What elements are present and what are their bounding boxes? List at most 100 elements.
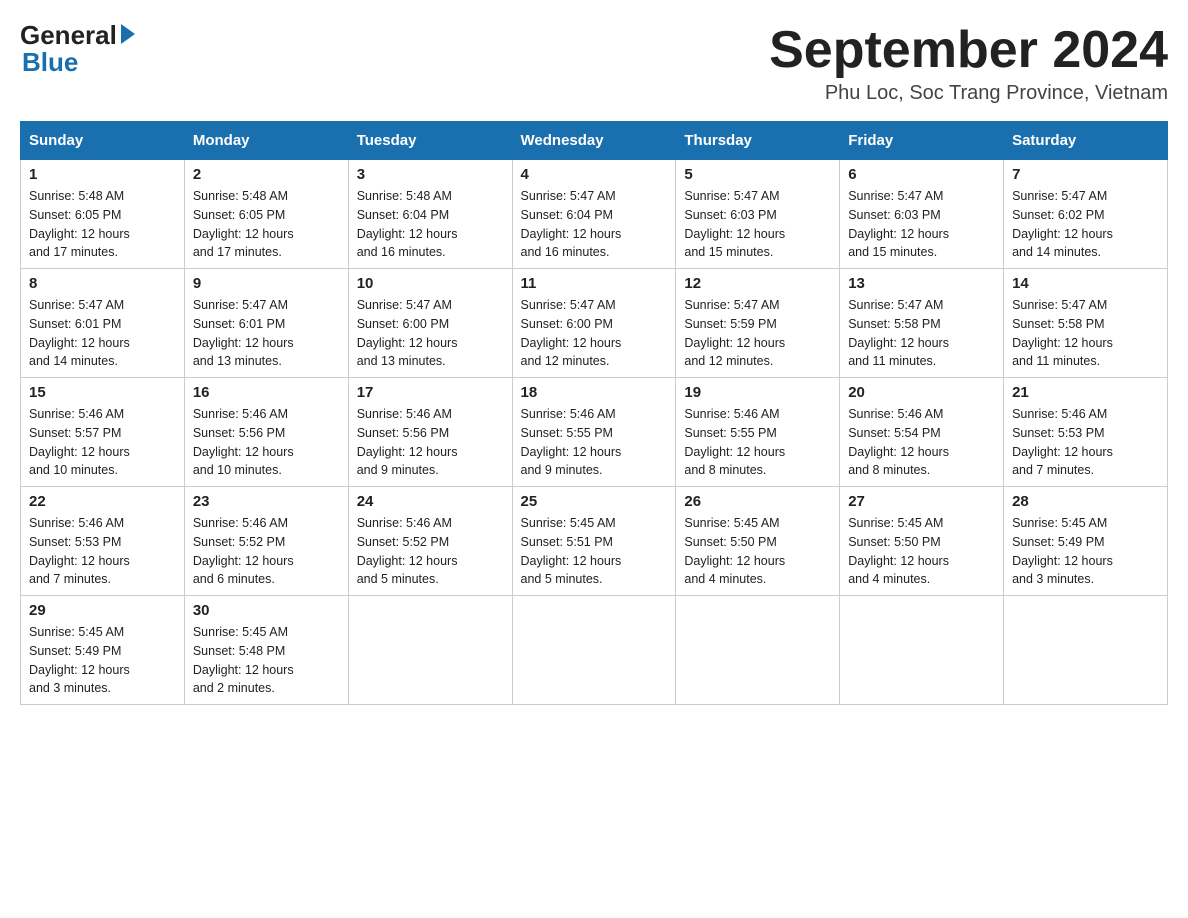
- day-info: Sunrise: 5:47 AMSunset: 6:03 PMDaylight:…: [848, 187, 995, 262]
- day-number: 13: [848, 275, 995, 292]
- calendar-table: SundayMondayTuesdayWednesdayThursdayFrid…: [20, 121, 1168, 705]
- calendar-day-cell: [348, 596, 512, 705]
- day-info: Sunrise: 5:47 AMSunset: 6:00 PMDaylight:…: [357, 296, 504, 371]
- calendar-day-cell: [1004, 596, 1168, 705]
- day-info: Sunrise: 5:46 AMSunset: 5:56 PMDaylight:…: [193, 405, 340, 480]
- month-title: September 2024: [769, 20, 1168, 80]
- day-number: 1: [29, 166, 176, 183]
- day-number: 14: [1012, 275, 1159, 292]
- calendar-week-row: 29Sunrise: 5:45 AMSunset: 5:49 PMDayligh…: [21, 596, 1168, 705]
- calendar-day-cell: 24 Sunrise: 5:46 AMSunset: 5:52 PMDayligh…: [348, 487, 512, 596]
- day-info: Sunrise: 5:46 AMSunset: 5:53 PMDaylight:…: [29, 514, 176, 589]
- calendar-day-cell: 2 Sunrise: 5:48 AMSunset: 6:05 PMDaylight…: [184, 160, 348, 269]
- calendar-day-cell: 25Sunrise: 5:45 AMSunset: 5:51 PMDayligh…: [512, 487, 676, 596]
- calendar-day-cell: 7 Sunrise: 5:47 AMSunset: 6:02 PMDaylight…: [1004, 160, 1168, 269]
- calendar-day-cell: 22 Sunrise: 5:46 AMSunset: 5:53 PMDayligh…: [21, 487, 185, 596]
- day-info: Sunrise: 5:46 AMSunset: 5:53 PMDaylight:…: [1012, 405, 1159, 480]
- calendar-day-cell: 3 Sunrise: 5:48 AMSunset: 6:04 PMDaylight…: [348, 160, 512, 269]
- day-number: 23: [193, 493, 340, 510]
- calendar-day-cell: [840, 596, 1004, 705]
- calendar-day-cell: 10 Sunrise: 5:47 AMSunset: 6:00 PMDayligh…: [348, 269, 512, 378]
- day-info: Sunrise: 5:48 AMSunset: 6:04 PMDaylight:…: [357, 187, 504, 262]
- logo-triangle-icon: [121, 24, 135, 44]
- calendar-day-cell: 30Sunrise: 5:45 AMSunset: 5:48 PMDayligh…: [184, 596, 348, 705]
- day-info: Sunrise: 5:47 AMSunset: 5:58 PMDaylight:…: [848, 296, 995, 371]
- day-info: Sunrise: 5:47 AMSunset: 6:03 PMDaylight:…: [684, 187, 831, 262]
- calendar-day-header: Monday: [184, 122, 348, 160]
- calendar-day-cell: 11 Sunrise: 5:47 AMSunset: 6:00 PMDayligh…: [512, 269, 676, 378]
- calendar-day-cell: 23Sunrise: 5:46 AMSunset: 5:52 PMDayligh…: [184, 487, 348, 596]
- day-number: 19: [684, 384, 831, 401]
- day-info: Sunrise: 5:48 AMSunset: 6:05 PMDaylight:…: [193, 187, 340, 262]
- calendar-day-cell: 5 Sunrise: 5:47 AMSunset: 6:03 PMDaylight…: [676, 160, 840, 269]
- day-number: 3: [357, 166, 504, 183]
- page-header: General Blue September 2024 Phu Loc, Soc…: [20, 20, 1168, 105]
- day-info: Sunrise: 5:45 AMSunset: 5:48 PMDaylight:…: [193, 623, 340, 698]
- calendar-day-cell: 29Sunrise: 5:45 AMSunset: 5:49 PMDayligh…: [21, 596, 185, 705]
- calendar-day-cell: 8 Sunrise: 5:47 AMSunset: 6:01 PMDaylight…: [21, 269, 185, 378]
- location-title: Phu Loc, Soc Trang Province, Vietnam: [769, 82, 1168, 105]
- day-info: Sunrise: 5:45 AMSunset: 5:50 PMDaylight:…: [684, 514, 831, 589]
- day-info: Sunrise: 5:47 AMSunset: 6:04 PMDaylight:…: [521, 187, 668, 262]
- day-number: 24: [357, 493, 504, 510]
- day-number: 7: [1012, 166, 1159, 183]
- day-info: Sunrise: 5:47 AMSunset: 6:02 PMDaylight:…: [1012, 187, 1159, 262]
- day-number: 12: [684, 275, 831, 292]
- day-info: Sunrise: 5:46 AMSunset: 5:54 PMDaylight:…: [848, 405, 995, 480]
- day-number: 10: [357, 275, 504, 292]
- day-number: 11: [521, 275, 668, 292]
- title-section: September 2024 Phu Loc, Soc Trang Provin…: [769, 20, 1168, 105]
- calendar-day-cell: 28Sunrise: 5:45 AMSunset: 5:49 PMDayligh…: [1004, 487, 1168, 596]
- day-info: Sunrise: 5:45 AMSunset: 5:50 PMDaylight:…: [848, 514, 995, 589]
- calendar-day-cell: 12 Sunrise: 5:47 AMSunset: 5:59 PMDayligh…: [676, 269, 840, 378]
- day-info: Sunrise: 5:47 AMSunset: 6:01 PMDaylight:…: [29, 296, 176, 371]
- day-number: 15: [29, 384, 176, 401]
- day-number: 20: [848, 384, 995, 401]
- calendar-week-row: 15 Sunrise: 5:46 AMSunset: 5:57 PMDayligh…: [21, 378, 1168, 487]
- day-number: 4: [521, 166, 668, 183]
- day-info: Sunrise: 5:47 AMSunset: 6:00 PMDaylight:…: [521, 296, 668, 371]
- calendar-day-cell: 27 Sunrise: 5:45 AMSunset: 5:50 PMDayligh…: [840, 487, 1004, 596]
- calendar-day-cell: 18Sunrise: 5:46 AMSunset: 5:55 PMDayligh…: [512, 378, 676, 487]
- calendar-day-cell: [676, 596, 840, 705]
- day-number: 5: [684, 166, 831, 183]
- calendar-day-header: Thursday: [676, 122, 840, 160]
- day-info: Sunrise: 5:47 AMSunset: 5:59 PMDaylight:…: [684, 296, 831, 371]
- day-info: Sunrise: 5:46 AMSunset: 5:56 PMDaylight:…: [357, 405, 504, 480]
- day-number: 18: [521, 384, 668, 401]
- day-info: Sunrise: 5:45 AMSunset: 5:49 PMDaylight:…: [29, 623, 176, 698]
- calendar-day-cell: 21 Sunrise: 5:46 AMSunset: 5:53 PMDayligh…: [1004, 378, 1168, 487]
- logo: General Blue: [20, 20, 135, 78]
- calendar-day-header: Tuesday: [348, 122, 512, 160]
- calendar-week-row: 22 Sunrise: 5:46 AMSunset: 5:53 PMDayligh…: [21, 487, 1168, 596]
- day-info: Sunrise: 5:46 AMSunset: 5:55 PMDaylight:…: [684, 405, 831, 480]
- calendar-week-row: 1 Sunrise: 5:48 AMSunset: 6:05 PMDaylight…: [21, 160, 1168, 269]
- day-number: 2: [193, 166, 340, 183]
- day-number: 17: [357, 384, 504, 401]
- day-info: Sunrise: 5:46 AMSunset: 5:52 PMDaylight:…: [357, 514, 504, 589]
- calendar-day-cell: 26 Sunrise: 5:45 AMSunset: 5:50 PMDayligh…: [676, 487, 840, 596]
- day-number: 25: [521, 493, 668, 510]
- calendar-day-cell: 19 Sunrise: 5:46 AMSunset: 5:55 PMDayligh…: [676, 378, 840, 487]
- calendar-day-cell: 6Sunrise: 5:47 AMSunset: 6:03 PMDaylight…: [840, 160, 1004, 269]
- calendar-day-cell: 20 Sunrise: 5:46 AMSunset: 5:54 PMDayligh…: [840, 378, 1004, 487]
- calendar-week-row: 8 Sunrise: 5:47 AMSunset: 6:01 PMDaylight…: [21, 269, 1168, 378]
- day-number: 26: [684, 493, 831, 510]
- day-info: Sunrise: 5:47 AMSunset: 6:01 PMDaylight:…: [193, 296, 340, 371]
- day-number: 21: [1012, 384, 1159, 401]
- day-info: Sunrise: 5:48 AMSunset: 6:05 PMDaylight:…: [29, 187, 176, 262]
- calendar-day-cell: 13 Sunrise: 5:47 AMSunset: 5:58 PMDayligh…: [840, 269, 1004, 378]
- calendar-day-cell: 1 Sunrise: 5:48 AMSunset: 6:05 PMDaylight…: [21, 160, 185, 269]
- day-number: 16: [193, 384, 340, 401]
- calendar-day-cell: [512, 596, 676, 705]
- day-number: 28: [1012, 493, 1159, 510]
- day-number: 22: [29, 493, 176, 510]
- day-info: Sunrise: 5:46 AMSunset: 5:57 PMDaylight:…: [29, 405, 176, 480]
- calendar-day-cell: 4 Sunrise: 5:47 AMSunset: 6:04 PMDaylight…: [512, 160, 676, 269]
- logo-blue-text: Blue: [20, 47, 78, 78]
- day-info: Sunrise: 5:47 AMSunset: 5:58 PMDaylight:…: [1012, 296, 1159, 371]
- calendar-day-cell: 17 Sunrise: 5:46 AMSunset: 5:56 PMDayligh…: [348, 378, 512, 487]
- calendar-day-cell: 15 Sunrise: 5:46 AMSunset: 5:57 PMDayligh…: [21, 378, 185, 487]
- day-number: 8: [29, 275, 176, 292]
- day-number: 27: [848, 493, 995, 510]
